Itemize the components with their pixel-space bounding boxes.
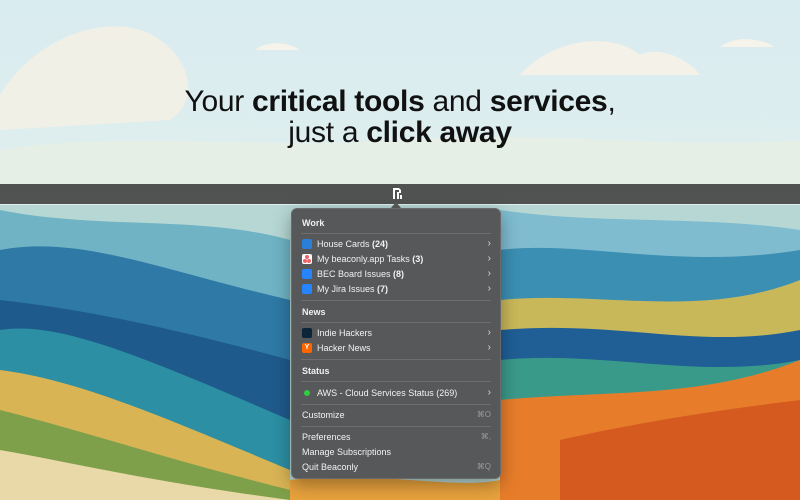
menu-item-label: BEC Board Issues (8) xyxy=(317,269,405,279)
menu-item-manage-subscriptions[interactable]: Manage Subscriptions xyxy=(292,445,500,459)
jira-icon xyxy=(302,284,312,294)
section-header-news: News xyxy=(302,307,326,317)
headline-text: just a xyxy=(288,116,367,149)
menu-separator xyxy=(301,381,491,382)
menu-item-label: Manage Subscriptions xyxy=(302,447,392,457)
chevron-right-icon: › xyxy=(487,342,491,353)
menu-item-label: Indie Hackers xyxy=(317,328,373,338)
menu-item-preferences[interactable]: Preferences ⌘, xyxy=(292,430,500,444)
menu-item-label: Preferences xyxy=(302,432,351,442)
menu-item-aws-status[interactable]: AWS - Cloud Services Status (269) › xyxy=(292,386,500,400)
indie-hackers-icon xyxy=(302,328,312,338)
menu-item-label: My Jira Issues (7) xyxy=(317,284,389,294)
beaconly-tray-icon[interactable] xyxy=(390,186,404,202)
menu-separator xyxy=(301,404,491,405)
chevron-right-icon: › xyxy=(487,238,491,249)
chevron-right-icon: › xyxy=(487,387,491,398)
headline-emphasis: click away xyxy=(366,116,512,149)
trello-icon xyxy=(302,239,312,249)
menu-item-label: My beaconly.app Tasks (3) xyxy=(317,254,424,264)
chevron-right-icon: › xyxy=(487,253,491,264)
beaconly-dropdown-menu: Work House Cards (24) › My beaconly.app … xyxy=(291,208,501,479)
headline-emphasis: critical tools xyxy=(251,85,425,118)
menu-item-indie-hackers[interactable]: Indie Hackers › xyxy=(292,326,500,340)
menu-item-hacker-news[interactable]: Y Hacker News › xyxy=(292,341,500,355)
headline-line-1: Your critical tools and services, xyxy=(0,86,800,117)
headline-text: , xyxy=(607,85,616,118)
headline-emphasis: services xyxy=(489,85,608,118)
chevron-right-icon: › xyxy=(487,268,491,279)
menu-item-label: Hacker News xyxy=(317,343,371,353)
menu-separator xyxy=(301,322,491,323)
asana-icon xyxy=(302,254,312,264)
jira-icon xyxy=(302,269,312,279)
headline-text: Your xyxy=(184,85,252,118)
menu-item-customize[interactable]: Customize ⌘O xyxy=(292,408,500,422)
menu-item-beaconly-tasks[interactable]: My beaconly.app Tasks (3) › xyxy=(292,252,500,266)
headline-line-2: just a click away xyxy=(0,117,800,148)
hacker-news-icon: Y xyxy=(302,343,312,353)
menu-separator xyxy=(301,233,491,234)
headline-text: and xyxy=(424,85,490,118)
keyboard-shortcut: ⌘Q xyxy=(476,462,491,471)
status-dot-icon xyxy=(304,390,310,396)
menu-item-quit[interactable]: Quit Beaconly ⌘Q xyxy=(292,460,500,474)
chevron-right-icon: › xyxy=(487,283,491,294)
menu-item-label: Customize xyxy=(302,410,345,420)
section-header-work: Work xyxy=(302,218,325,228)
menu-item-label: House Cards (24) xyxy=(317,239,389,249)
menu-item-house-cards[interactable]: House Cards (24) › xyxy=(292,237,500,251)
menu-item-bec-board-issues[interactable]: BEC Board Issues (8) › xyxy=(292,267,500,281)
chevron-right-icon: › xyxy=(487,327,491,338)
menu-item-my-jira-issues[interactable]: My Jira Issues (7) › xyxy=(292,282,500,296)
menu-separator xyxy=(301,426,491,427)
hero-headline: Your critical tools and services, just a… xyxy=(0,86,800,148)
keyboard-shortcut: ⌘O xyxy=(476,410,491,419)
menu-item-label: AWS - Cloud Services Status (269) xyxy=(317,388,458,398)
menu-item-label: Quit Beaconly xyxy=(302,462,359,472)
keyboard-shortcut: ⌘, xyxy=(480,432,491,441)
menu-separator xyxy=(301,359,491,360)
section-header-status: Status xyxy=(302,366,330,376)
menu-separator xyxy=(301,300,491,301)
